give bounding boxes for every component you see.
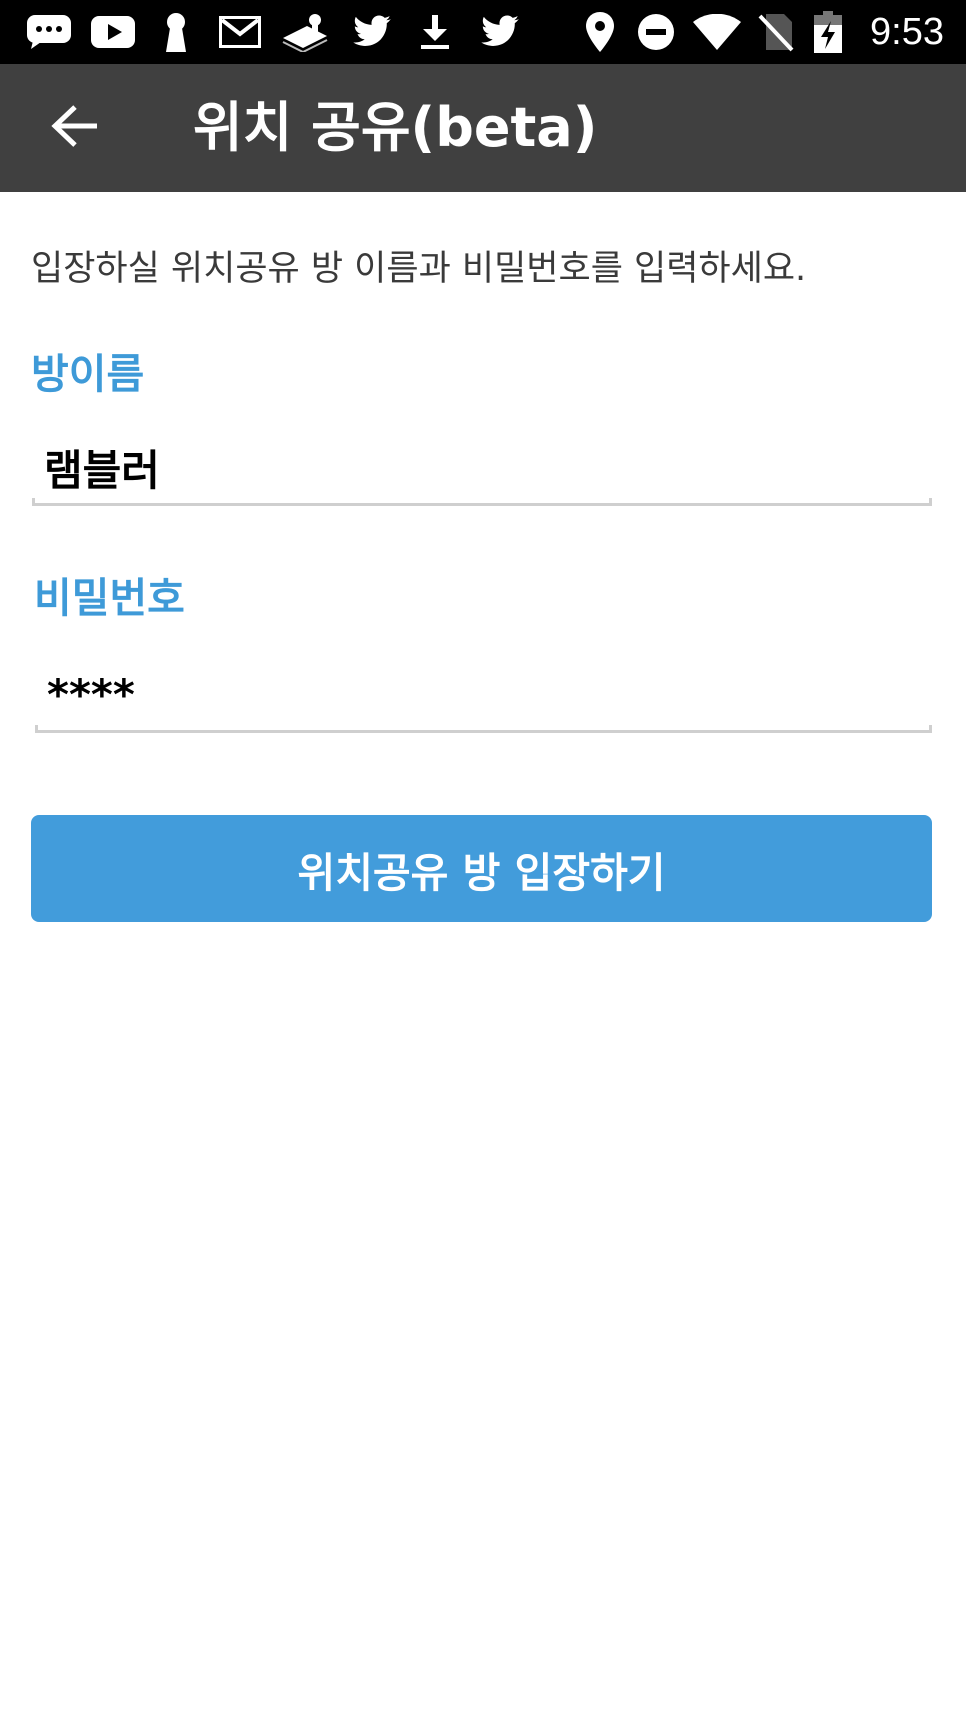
instruction-text: 입장하실 위치공유 방 이름과 비밀번호를 입력하세요. <box>31 249 807 289</box>
password-input[interactable] <box>35 663 932 725</box>
keyhole-icon <box>160 10 192 54</box>
no-sim-icon <box>756 10 796 54</box>
twitter-icon <box>350 10 394 54</box>
back-button[interactable] <box>38 98 112 158</box>
location-pin-icon <box>584 10 616 54</box>
app-bar: 위치 공유(beta) <box>0 64 966 192</box>
do-not-disturb-icon <box>636 10 676 54</box>
chat-bubble-icon <box>24 10 74 54</box>
wifi-icon <box>692 10 742 54</box>
youtube-icon <box>90 10 136 54</box>
password-underline <box>35 725 932 733</box>
enter-room-button[interactable]: 위치공유 방 입장하기 <box>31 815 932 922</box>
arrow-back-icon <box>51 104 99 152</box>
download-icon <box>418 10 452 54</box>
page-title: 위치 공유(beta) <box>193 96 598 159</box>
password-field-container <box>35 663 932 733</box>
twitter-icon <box>478 10 522 54</box>
room-name-label: 방이름 <box>31 350 145 398</box>
room-name-underline <box>32 498 932 506</box>
battery-charging-icon <box>812 10 844 54</box>
paper-stack-icon <box>280 10 330 54</box>
status-bar: 9:53 <box>0 0 966 64</box>
status-time: 9:53 <box>870 11 944 53</box>
room-name-input[interactable] <box>32 436 932 498</box>
password-label: 비밀번호 <box>34 574 185 622</box>
room-name-field-container <box>32 436 932 506</box>
gmail-icon <box>218 10 262 54</box>
